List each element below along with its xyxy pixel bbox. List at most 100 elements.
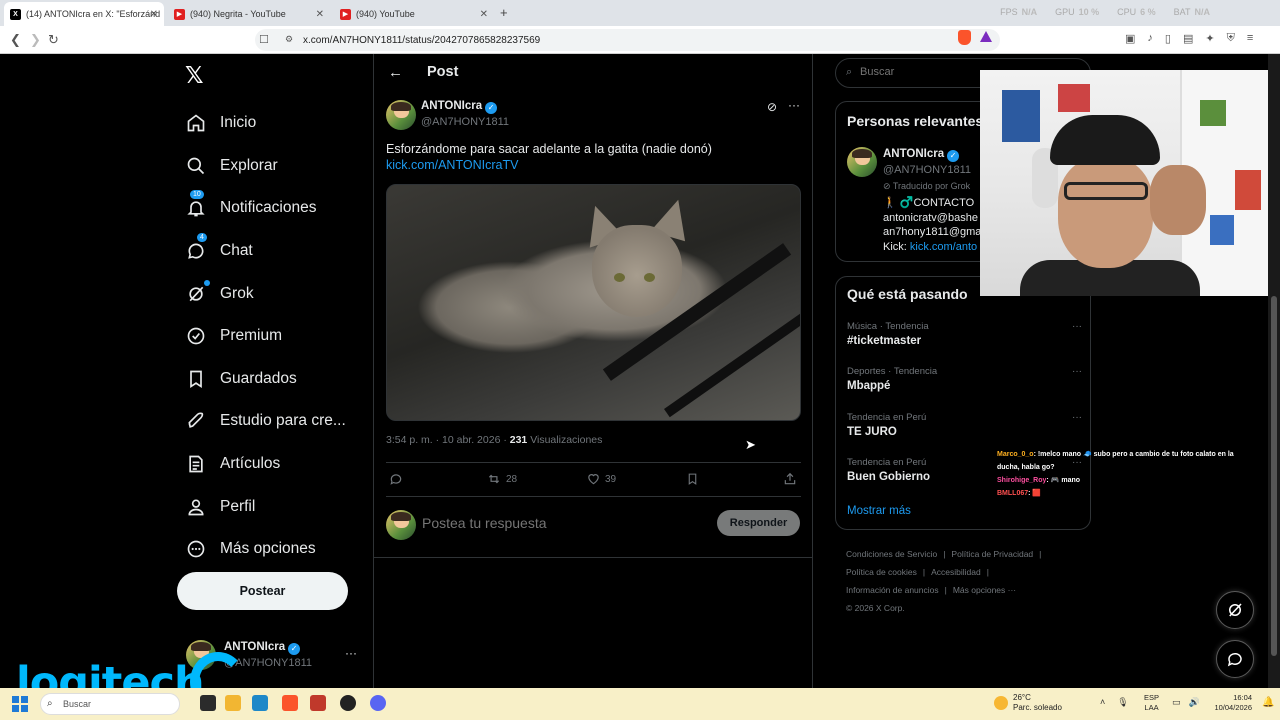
bookmark-icon[interactable] xyxy=(686,472,699,486)
more-icon[interactable]: ··· xyxy=(1072,412,1082,423)
sidebar-item-explorar[interactable]: Explorar xyxy=(185,145,370,188)
brave-shields-icon[interactable] xyxy=(958,30,971,45)
grok-icon: ⊘ xyxy=(883,181,893,191)
obs-icon[interactable] xyxy=(340,695,356,711)
author-name-row[interactable]: ANTONIcra ✓ xyxy=(421,100,498,114)
footer-link-privacy[interactable]: Política de Privacidad xyxy=(951,549,1033,559)
reader-icon[interactable]: ▯ xyxy=(1165,32,1171,45)
page-scrollbar[interactable] xyxy=(1268,54,1280,688)
post-link[interactable]: kick.com/ANTONIcraTV xyxy=(386,158,518,172)
taskbar-search[interactable]: ⌕ Buscar xyxy=(40,693,180,715)
footer-link-tos[interactable]: Condiciones de Servicio xyxy=(846,549,937,559)
avatar[interactable] xyxy=(847,147,877,177)
post-timestamp[interactable]: 3:54 p. m. · 10 abr. 2026 · xyxy=(386,434,510,446)
footer-link-more[interactable]: Más opciones ··· xyxy=(953,585,1016,595)
author-name[interactable]: ANTONIcra xyxy=(421,100,482,112)
tab-youtube[interactable]: ▶ (940) YouTube ✕ xyxy=(334,2,494,26)
close-icon[interactable]: ✕ xyxy=(316,9,324,20)
browser-tab-bar: X (14) ANTONIcra en X: "Esforzánd ✕ ▶ (9… xyxy=(0,0,1280,26)
reply-icon[interactable] xyxy=(389,472,403,486)
discord-icon[interactable] xyxy=(370,695,386,711)
tab-youtube-negrita[interactable]: ▶ (940) Negrita - YouTube ✕ xyxy=(168,2,330,26)
share-icon[interactable] xyxy=(783,472,797,486)
x-logo-icon[interactable]: 𝕏 xyxy=(185,62,204,89)
back-arrow-icon[interactable]: ← xyxy=(388,64,403,81)
sidebar-item-mas-opciones[interactable]: Más opciones xyxy=(185,528,370,571)
relevant-name[interactable]: ANTONIcra xyxy=(883,148,944,160)
music-icon[interactable]: ♪ xyxy=(1147,32,1153,45)
back-icon[interactable]: ❮ xyxy=(10,32,21,48)
new-tab-button[interactable]: + xyxy=(500,5,508,20)
partly-sunny-icon xyxy=(994,696,1008,710)
vpn-icon[interactable]: ⛨ xyxy=(1227,32,1235,45)
forward-icon[interactable]: ❯ xyxy=(30,32,41,48)
bio-kick-link[interactable]: kick.com/anto xyxy=(910,241,977,253)
weather-widget[interactable]: 26°C Parc. soleado xyxy=(994,693,1062,713)
footer-link-accessibility[interactable]: Accesibilidad xyxy=(931,567,981,577)
volume-icon[interactable]: 🔊 xyxy=(1189,697,1200,708)
notifications-icon[interactable]: 🔔 xyxy=(1262,697,1274,708)
retweet-button[interactable]: 28 xyxy=(486,472,517,486)
brave-browser-icon[interactable] xyxy=(282,695,298,711)
sidebar-item-notificaciones[interactable]: 10 Notificaciones xyxy=(185,187,370,230)
relevant-handle[interactable]: @AN7HONY1811 xyxy=(883,164,971,176)
messages-floating-button[interactable] xyxy=(1216,640,1254,678)
chevron-up-icon[interactable]: ˄ xyxy=(1100,697,1105,708)
sidebar-item-articulos[interactable]: Artículos xyxy=(185,443,370,486)
sidebar-toggle-icon[interactable]: ▣ xyxy=(1125,32,1135,45)
network-icon[interactable]: ▭ xyxy=(1172,697,1181,708)
tab-x-post[interactable]: X (14) ANTONIcra en X: "Esforzánd ✕ xyxy=(4,2,164,26)
address-bar[interactable]: ☐ ⚙ x.com/AN7HONY1811/status/20427078658… xyxy=(255,29,1000,51)
grok-floating-button[interactable] xyxy=(1216,591,1254,629)
reply-button[interactable]: Responder xyxy=(717,510,800,536)
author-handle[interactable]: @AN7HONY1811 xyxy=(421,116,509,128)
sidebar-item-guardados[interactable]: Guardados xyxy=(185,358,370,401)
more-icon[interactable]: ··· xyxy=(1072,366,1082,377)
scrollbar-thumb[interactable] xyxy=(1271,296,1277,656)
menu-icon[interactable]: ≡ xyxy=(1247,32,1253,45)
footer-link-cookies[interactable]: Política de cookies xyxy=(846,567,917,577)
grok-explain-icon[interactable]: ⊘ xyxy=(767,100,777,114)
more-icon[interactable]: ··· xyxy=(788,98,800,112)
reply-input[interactable] xyxy=(422,515,702,531)
sidebar-item-inicio[interactable]: Inicio xyxy=(185,102,370,145)
close-icon[interactable]: ✕ xyxy=(150,9,158,20)
cpu-value: 6 % xyxy=(1140,7,1156,17)
store-icon[interactable] xyxy=(252,695,268,711)
clock[interactable]: 16:04 10/04/2026 xyxy=(1208,693,1252,713)
more-icon[interactable]: ··· xyxy=(345,646,357,660)
show-more-link[interactable]: Mostrar más xyxy=(847,505,911,517)
post-button[interactable]: Postear xyxy=(177,572,348,610)
sidebar-item-premium[interactable]: Premium xyxy=(185,315,370,358)
relevant-name-row[interactable]: ANTONIcra ✓ xyxy=(883,148,960,162)
leo-icon[interactable]: ✦ xyxy=(1205,32,1214,45)
sidebar-item-estudio[interactable]: Estudio para cre... xyxy=(185,400,370,443)
input-language[interactable]: ESP LAA xyxy=(1144,693,1159,713)
search-icon: ⌕ xyxy=(846,66,853,78)
close-icon[interactable]: ✕ xyxy=(480,9,488,20)
trend-item[interactable]: Música · Tendencia #ticketmaster ··· xyxy=(847,321,1082,347)
like-button[interactable]: 39 xyxy=(586,472,616,486)
sidebar-item-grok[interactable]: Grok xyxy=(185,272,370,315)
media-app-icon[interactable] xyxy=(310,695,326,711)
reload-icon[interactable]: ↻ xyxy=(48,32,59,48)
file-explorer-icon[interactable] xyxy=(225,695,241,711)
bookmark-page-icon[interactable]: ☐ xyxy=(259,33,269,46)
windows-start-icon[interactable] xyxy=(12,696,28,712)
more-icon[interactable]: ··· xyxy=(1072,321,1082,332)
cpu-label: CPU xyxy=(1117,7,1137,17)
sidebar-item-perfil[interactable]: Perfil xyxy=(185,485,370,528)
task-view-icon[interactable] xyxy=(200,695,216,711)
trend-item[interactable]: Deportes · Tendencia Mbappé ··· xyxy=(847,366,1082,392)
wallet-icon[interactable]: ▤ xyxy=(1183,32,1193,45)
chat-message: Marco_0_o: !melco mano 🧢 subo pero a cam… xyxy=(997,448,1267,461)
post-image[interactable] xyxy=(386,184,801,421)
site-info-icon[interactable]: ⚙ xyxy=(285,34,293,45)
stream-chat-overlay: Marco_0_o: !melco mano 🧢 subo pero a cam… xyxy=(997,448,1267,500)
footer-link-ads[interactable]: Información de anuncios xyxy=(846,585,939,595)
brave-rewards-icon[interactable] xyxy=(980,31,992,42)
sidebar-item-chat[interactable]: 4 Chat xyxy=(185,230,370,273)
trend-item[interactable]: Tendencia en Perú TE JURO ··· xyxy=(847,412,1082,438)
microphone-icon[interactable]: 🎙 xyxy=(1117,697,1128,708)
avatar[interactable] xyxy=(386,100,416,130)
